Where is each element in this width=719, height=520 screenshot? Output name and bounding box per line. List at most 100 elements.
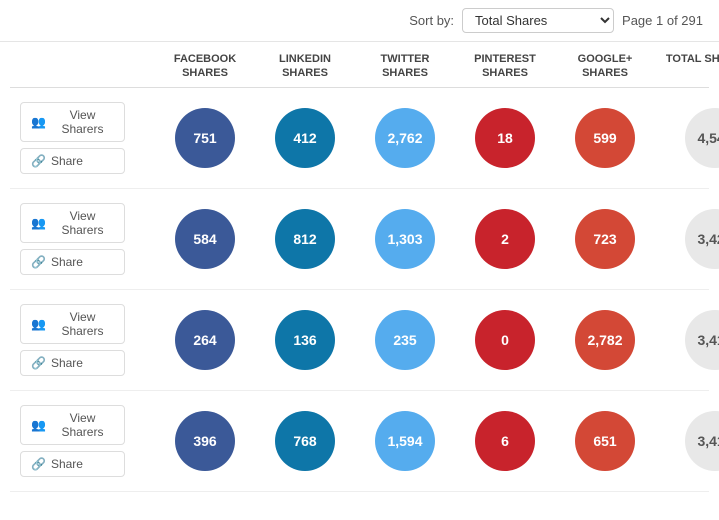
view-sharers-label: View Sharers	[51, 209, 114, 237]
row-actions: 👥 View Sharers 🔗 Share	[10, 304, 155, 376]
googleplus-cell: 651	[555, 411, 655, 471]
share-button[interactable]: 🔗 Share	[20, 451, 125, 477]
share-icon: 🔗	[31, 457, 46, 471]
view-sharers-label: View Sharers	[51, 108, 114, 136]
col-header-total-label: TOTAL SHARES	[666, 52, 719, 66]
col-header-twitter: TWITTERSHARES	[355, 52, 455, 81]
view-sharers-button[interactable]: 👥 View Sharers	[20, 102, 125, 142]
facebook-value: 751	[193, 130, 216, 146]
googleplus-value: 2,782	[587, 332, 622, 348]
googleplus-circle: 723	[575, 209, 635, 269]
column-headers: FACEBOOKSHARES LINKEDINSHARES TWITTERSHA…	[10, 42, 709, 88]
view-sharers-button[interactable]: 👥 View Sharers	[20, 203, 125, 243]
pinterest-value: 6	[501, 433, 509, 449]
facebook-circle: 264	[175, 310, 235, 370]
twitter-cell: 2,762	[355, 108, 455, 168]
total-circle: 3,424	[685, 209, 719, 269]
total-value: 4,542	[697, 130, 719, 146]
pinterest-value: 2	[501, 231, 509, 247]
pinterest-cell: 2	[455, 209, 555, 269]
col-header-facebook: FACEBOOKSHARES	[155, 52, 255, 81]
row-actions: 👥 View Sharers 🔗 Share	[10, 405, 155, 477]
col-header-actions	[10, 52, 155, 81]
share-button[interactable]: 🔗 Share	[20, 249, 125, 275]
share-icon: 🔗	[31, 154, 46, 168]
twitter-value: 1,594	[387, 433, 422, 449]
facebook-cell: 264	[155, 310, 255, 370]
googleplus-circle: 651	[575, 411, 635, 471]
view-sharers-button[interactable]: 👥 View Sharers	[20, 405, 125, 445]
share-button[interactable]: 🔗 Share	[20, 350, 125, 376]
total-circle: 3,415	[685, 411, 719, 471]
table-container: FACEBOOKSHARES LINKEDINSHARES TWITTERSHA…	[0, 42, 719, 492]
view-sharers-label: View Sharers	[51, 310, 114, 338]
share-icon: 🔗	[31, 356, 46, 370]
col-header-googleplus: GOOGLE+SHARES	[555, 52, 655, 81]
linkedin-cell: 136	[255, 310, 355, 370]
users-icon: 👥	[31, 418, 46, 432]
twitter-cell: 1,303	[355, 209, 455, 269]
googleplus-circle: 599	[575, 108, 635, 168]
table-row: 👥 View Sharers 🔗 Share 751 412 2,762	[10, 88, 709, 189]
googleplus-value: 651	[593, 433, 616, 449]
col-header-total: TOTAL SHARES ▼	[655, 52, 719, 81]
view-sharers-button[interactable]: 👥 View Sharers	[20, 304, 125, 344]
linkedin-cell: 768	[255, 411, 355, 471]
total-circle: 4,542	[685, 108, 719, 168]
facebook-value: 396	[193, 433, 216, 449]
total-value: 3,417	[697, 332, 719, 348]
share-button[interactable]: 🔗 Share	[20, 148, 125, 174]
googleplus-value: 599	[593, 130, 616, 146]
facebook-cell: 396	[155, 411, 255, 471]
facebook-value: 264	[193, 332, 216, 348]
linkedin-value: 136	[293, 332, 316, 348]
top-bar: Sort by: Total Shares Facebook Shares Li…	[0, 0, 719, 42]
twitter-value: 1,303	[387, 231, 422, 247]
table-row: 👥 View Sharers 🔗 Share 264 136 235	[10, 290, 709, 391]
twitter-circle: 235	[375, 310, 435, 370]
twitter-value: 2,762	[387, 130, 422, 146]
total-cell: 3,424	[655, 209, 719, 269]
twitter-cell: 235	[355, 310, 455, 370]
linkedin-circle: 136	[275, 310, 335, 370]
pinterest-value: 0	[501, 332, 509, 348]
pinterest-value: 18	[497, 130, 513, 146]
share-label: Share	[51, 154, 83, 168]
pinterest-circle: 0	[475, 310, 535, 370]
googleplus-circle: 2,782	[575, 310, 635, 370]
facebook-circle: 396	[175, 411, 235, 471]
table-row: 👥 View Sharers 🔗 Share 396 768 1,594	[10, 391, 709, 492]
facebook-cell: 751	[155, 108, 255, 168]
total-value: 3,415	[697, 433, 719, 449]
share-label: Share	[51, 356, 83, 370]
col-header-pinterest: PINTERESTSHARES	[455, 52, 555, 81]
linkedin-value: 812	[293, 231, 316, 247]
googleplus-cell: 2,782	[555, 310, 655, 370]
total-circle: 3,417	[685, 310, 719, 370]
googleplus-value: 723	[593, 231, 616, 247]
pinterest-circle: 18	[475, 108, 535, 168]
users-icon: 👥	[31, 115, 46, 129]
facebook-circle: 584	[175, 209, 235, 269]
total-value: 3,424	[697, 231, 719, 247]
twitter-value: 235	[393, 332, 416, 348]
pinterest-cell: 18	[455, 108, 555, 168]
table-row: 👥 View Sharers 🔗 Share 584 812 1,303	[10, 189, 709, 290]
col-header-linkedin: LINKEDINSHARES	[255, 52, 355, 81]
facebook-circle: 751	[175, 108, 235, 168]
linkedin-cell: 812	[255, 209, 355, 269]
linkedin-circle: 768	[275, 411, 335, 471]
linkedin-value: 412	[293, 130, 316, 146]
view-sharers-label: View Sharers	[51, 411, 114, 439]
pinterest-cell: 6	[455, 411, 555, 471]
users-icon: 👥	[31, 317, 46, 331]
sort-select[interactable]: Total Shares Facebook Shares LinkedIn Sh…	[462, 8, 614, 33]
googleplus-cell: 599	[555, 108, 655, 168]
pinterest-circle: 6	[475, 411, 535, 471]
users-icon: 👥	[31, 216, 46, 230]
linkedin-cell: 412	[255, 108, 355, 168]
row-actions: 👥 View Sharers 🔗 Share	[10, 203, 155, 275]
share-icon: 🔗	[31, 255, 46, 269]
pinterest-circle: 2	[475, 209, 535, 269]
share-label: Share	[51, 255, 83, 269]
